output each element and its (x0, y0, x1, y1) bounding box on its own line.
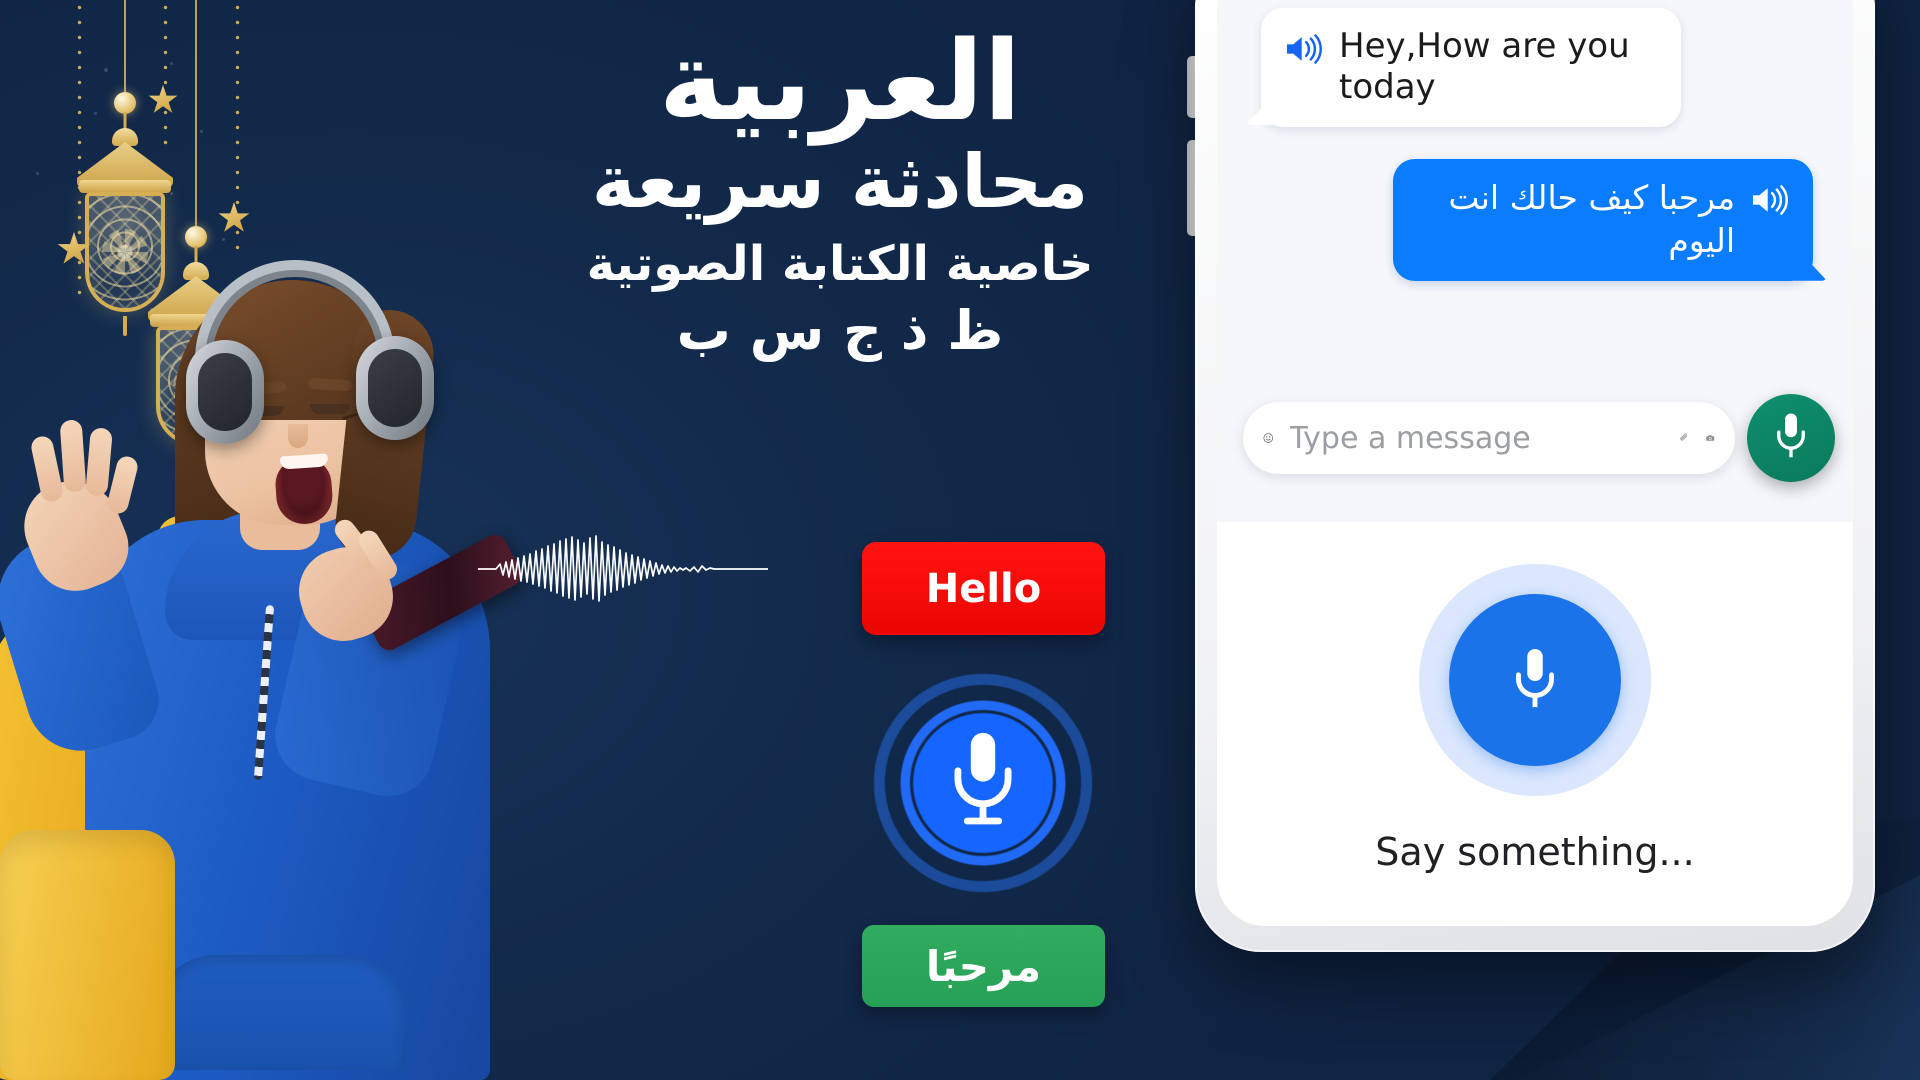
chat-bubble-incoming[interactable]: Hey,How are you today (1261, 8, 1681, 127)
speaker-icon[interactable] (1283, 32, 1325, 66)
decorative-arabic-letters: ظ ذ ج س ب (676, 299, 1004, 363)
listening-prompt: Say something... (1375, 830, 1695, 874)
lantern-cord (124, 0, 126, 96)
chat-bubble-outgoing[interactable]: مرحبا كيف حالك انت اليوم (1393, 158, 1813, 281)
message-input[interactable] (1289, 420, 1663, 456)
lantern-cord (195, 0, 197, 232)
page-tagline: خاصية الكتابة الصوتية (586, 235, 1094, 292)
page-title: العربية (658, 17, 1022, 145)
voice-record-button[interactable] (872, 672, 1094, 894)
lantern-cord-dotted (163, 0, 168, 150)
marhaba-button[interactable]: مرحبًا (862, 925, 1105, 1007)
phone-screen: Hey,How are you today مرحبا كيف حالك انت… (1217, 0, 1853, 926)
headline-block: العربية محادثة سريعة خاصية الكتابة الصوت… (520, 17, 1160, 363)
hello-button[interactable]: Hello (862, 542, 1105, 635)
voice-input-fab[interactable] (1747, 394, 1835, 482)
promo-banner: العربية محادثة سريعة خاصية الكتابة الصوت… (0, 0, 1920, 1080)
camera-icon[interactable] (1705, 418, 1716, 458)
paperclip-icon[interactable] (1679, 419, 1689, 457)
microphone-icon (954, 732, 1012, 825)
voice-listening-panel: Say something... (1217, 522, 1853, 926)
chat-text-outgoing: مرحبا كيف حالك انت اليوم (1448, 177, 1735, 260)
chat-thread: Hey,How are you today مرحبا كيف حالك انت… (1217, 0, 1853, 392)
student-photo (0, 250, 590, 1080)
mic-halo (1419, 564, 1651, 796)
microphone-icon (1777, 413, 1805, 458)
microphone-icon (1516, 649, 1554, 708)
listening-mic-button[interactable] (1449, 594, 1621, 766)
chat-text-incoming: Hey,How are you today (1339, 26, 1630, 108)
message-input-bar (1243, 402, 1735, 474)
star-icon (218, 202, 250, 232)
speaker-icon[interactable] (1749, 183, 1791, 217)
audio-waveform-icon (478, 535, 768, 602)
phone-mockup: Hey,How are you today مرحبا كيف حالك انت… (1195, 0, 1875, 952)
emoji-smiley-icon[interactable] (1263, 418, 1274, 458)
page-subtitle: محادثة سريعة (591, 139, 1089, 226)
